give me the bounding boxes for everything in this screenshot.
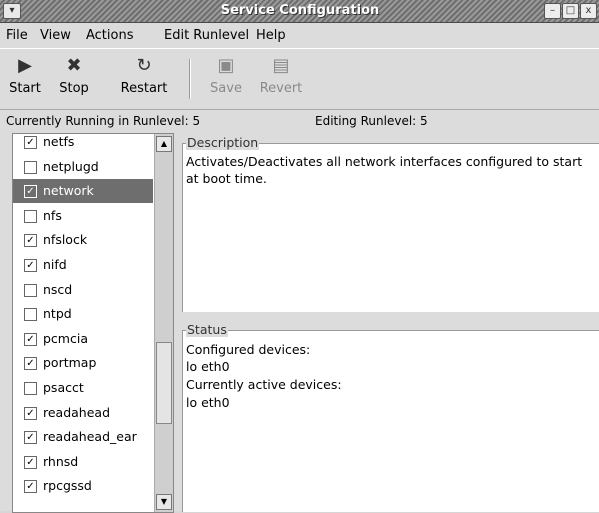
service-name: psacct — [43, 380, 84, 395]
service-row[interactable]: ✓ nfslock — [13, 228, 153, 252]
service-checkbox[interactable]: ✓ — [24, 234, 37, 248]
menu-view[interactable]: View — [40, 28, 71, 43]
menu-help[interactable]: Help — [256, 28, 286, 43]
service-checkbox[interactable]: ✓ — [24, 332, 37, 346]
editing-runlevel: Editing Runlevel: 5 — [315, 114, 428, 128]
minimize-button[interactable]: – — [544, 3, 561, 19]
title-bar[interactable]: ▾ Service Configuration – □ x — [0, 0, 599, 23]
stop-label: Stop — [59, 81, 89, 96]
service-name: network — [43, 183, 94, 199]
menu-file[interactable]: File — [6, 28, 28, 43]
status-label: Status — [186, 322, 228, 337]
status-line: lo eth0 — [186, 395, 230, 410]
service-name: readahead — [43, 404, 111, 420]
scroll-down-icon[interactable]: ▼ — [156, 494, 172, 510]
save-button[interactable]: ▣ Save — [201, 55, 251, 103]
service-list-scrollbar[interactable]: ▲ ▼ — [154, 134, 173, 512]
status-line: Currently active devices: — [186, 377, 342, 392]
service-row[interactable]: netplugd — [13, 155, 153, 179]
service-row[interactable]: ✓ pcmcia — [13, 327, 153, 351]
play-icon: ▶ — [18, 55, 32, 76]
service-name: rhnsd — [43, 453, 79, 469]
service-checkbox[interactable]: ✓ — [24, 136, 37, 149]
pane-splitter[interactable] — [174, 133, 182, 511]
service-row[interactable]: ✓ rhnsd — [13, 450, 153, 474]
service-checkbox[interactable] — [24, 283, 37, 297]
service-row[interactable]: ✓ readahead_ear — [13, 425, 153, 449]
service-checkbox[interactable] — [24, 308, 37, 322]
toolbar-separator — [189, 59, 191, 99]
menu-edit-runlevel[interactable]: Edit Runlevel — [164, 28, 249, 43]
restart-icon: ↻ — [136, 55, 152, 76]
start-button[interactable]: ▶ Start — [0, 55, 50, 103]
service-name: netfs — [43, 134, 75, 149]
minimize-icon: – — [550, 5, 555, 16]
service-checkbox[interactable]: ✓ — [24, 259, 37, 272]
restart-button[interactable]: ↻ Restart — [104, 55, 184, 103]
running-runlevel: Currently Running in Runlevel: 5 — [6, 114, 201, 128]
service-checkbox[interactable] — [24, 160, 37, 174]
service-row[interactable]: psacct — [13, 376, 153, 400]
service-name: ntpd — [43, 306, 72, 322]
service-checkbox[interactable]: ✓ — [24, 406, 37, 420]
service-checkbox[interactable]: ✓ — [24, 480, 37, 494]
service-name: nfslock — [43, 232, 88, 248]
toolbar: ▶ Start ✖ Stop ↻ Restart ▣ Save ▤ Revert — [0, 48, 599, 110]
service-checkbox[interactable]: ✓ — [24, 357, 37, 371]
service-name: nscd — [43, 281, 73, 297]
save-icon: ▣ — [217, 55, 235, 76]
service-row[interactable]: nscd — [13, 278, 153, 302]
revert-label: Revert — [259, 81, 303, 96]
description-label: Description — [186, 135, 260, 150]
revert-button[interactable]: ▤ Revert — [256, 55, 306, 103]
description-panel: Description Activates/Deactivates all ne… — [182, 135, 599, 312]
service-checkbox[interactable]: ✓ — [24, 431, 37, 445]
window-menu-button[interactable]: ▾ — [3, 3, 21, 19]
maximize-button[interactable]: □ — [562, 3, 579, 19]
stop-icon: ✖ — [66, 55, 82, 76]
save-label: Save — [210, 81, 242, 96]
restart-label: Restart — [120, 81, 168, 96]
runlevel-status: Currently Running in Runlevel: 5 Editing… — [0, 111, 599, 131]
service-row[interactable]: ntpd — [13, 302, 153, 326]
service-list[interactable]: ✓ netfs netplugd ✓ network nfs ✓ nfslock ✓ nifd ns… — [12, 133, 174, 513]
panel-splitter[interactable] — [182, 313, 599, 328]
description-text: Activates/Deactivates all network interf… — [186, 154, 583, 186]
service-checkbox[interactable]: ✓ — [24, 185, 37, 199]
service-row[interactable]: ✓ portmap — [13, 351, 153, 375]
service-name: netplugd — [43, 158, 99, 174]
service-checkbox[interactable]: ✓ — [24, 455, 37, 469]
service-row[interactable]: ✓ netfs — [13, 134, 153, 154]
scrollbar-thumb[interactable] — [156, 342, 172, 424]
service-name: nfs — [43, 207, 62, 223]
service-name: pcmcia — [43, 330, 88, 346]
scroll-up-icon[interactable]: ▲ — [156, 136, 172, 152]
service-row[interactable]: ✓ network — [13, 179, 153, 204]
status-line: Configured devices: — [186, 342, 311, 357]
service-row[interactable]: ✓ readahead — [13, 401, 153, 425]
service-row[interactable]: nfs — [13, 204, 153, 228]
menu-actions[interactable]: Actions — [86, 28, 134, 43]
stop-button[interactable]: ✖ Stop — [49, 55, 99, 103]
service-checkbox[interactable] — [24, 382, 37, 395]
menu-bar: File View Actions Edit Runlevel Help — [0, 23, 599, 47]
service-name: nifd — [43, 257, 67, 272]
service-configuration-window: ▾ Service Configuration – □ x File View … — [0, 0, 599, 513]
maximize-icon: □ — [565, 5, 576, 16]
status-line: lo eth0 — [186, 359, 230, 374]
window-title: Service Configuration — [220, 3, 380, 18]
revert-icon: ▤ — [272, 55, 290, 76]
service-row[interactable]: ✓ rpcgssd — [13, 474, 153, 498]
close-icon: x — [585, 5, 592, 16]
chevron-down-icon: ▾ — [9, 5, 15, 16]
start-label: Start — [9, 81, 41, 96]
service-name: readahead_ear — [43, 429, 137, 445]
service-name: portmap — [43, 355, 97, 371]
status-panel: Status Configured devices: lo eth0 Curre… — [182, 322, 599, 512]
service-row[interactable]: ✓ nifd — [13, 253, 153, 277]
service-name: rpcgssd — [43, 478, 92, 494]
service-checkbox[interactable] — [24, 209, 37, 223]
close-button[interactable]: x — [580, 3, 597, 19]
